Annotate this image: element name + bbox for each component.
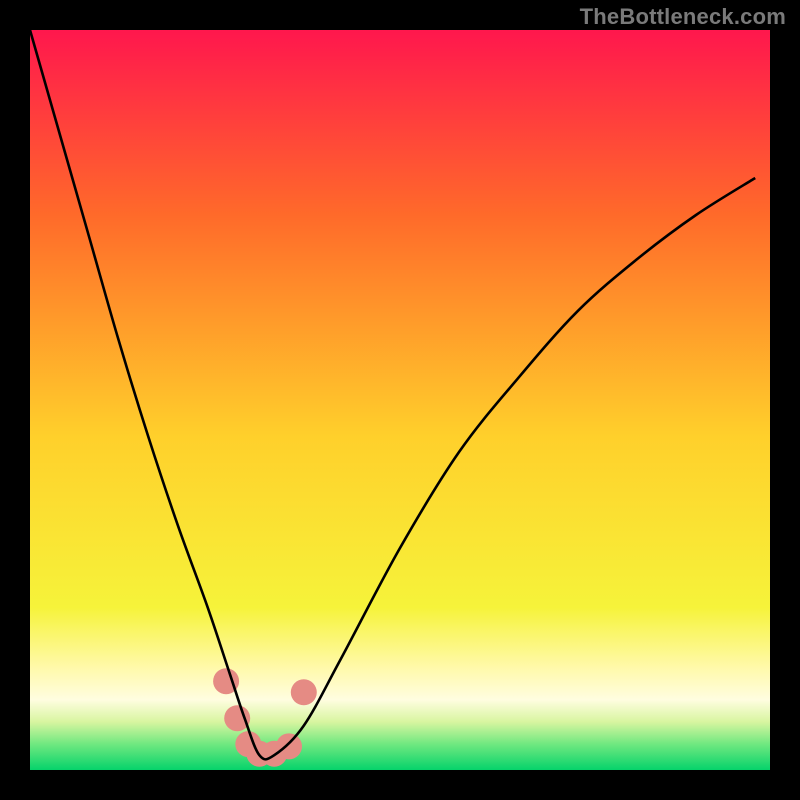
marker-dot <box>276 733 302 759</box>
watermark-text: TheBottleneck.com <box>580 4 786 30</box>
chart-stage: TheBottleneck.com <box>0 0 800 800</box>
marker-dot <box>291 679 317 705</box>
bottleneck-chart <box>0 0 800 800</box>
gradient-background <box>30 30 770 770</box>
marker-dot <box>224 705 250 731</box>
